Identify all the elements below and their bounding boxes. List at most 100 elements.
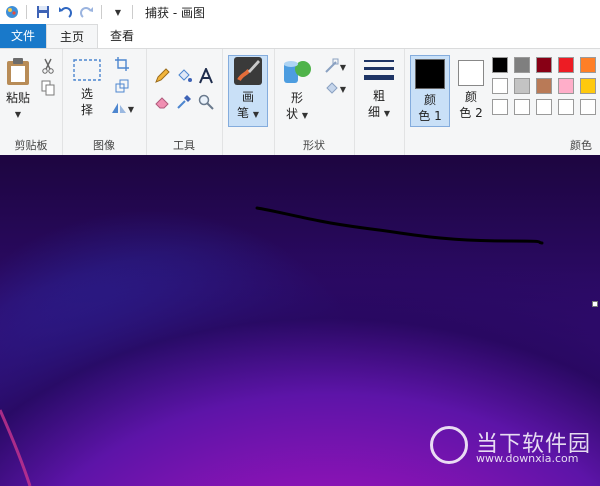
drawing-canvas[interactable]: 当下软件园 www.downxia.com (0, 155, 600, 486)
outline-button[interactable]: ▼ (322, 57, 348, 77)
swatch-custom[interactable] (558, 99, 574, 115)
pencil-button[interactable] (152, 67, 172, 87)
ribbon-tabs: 文件 主页 查看 (0, 24, 600, 50)
resize-icon (115, 79, 129, 96)
chevron-down-icon[interactable]: ▼ (15, 110, 21, 119)
title-bar: ▼ 捕获 - 画图 (0, 0, 600, 24)
color1-swatch (415, 59, 445, 89)
shapes-group: 形 状 ▼ ▼ ▼ 形状 (274, 49, 355, 155)
brush-icon (233, 57, 263, 89)
color1-label-2: 色 1 (418, 109, 442, 123)
select-button[interactable]: 选 择 (70, 57, 104, 118)
color2-label-1: 颜 (464, 90, 477, 104)
clipboard-group: 粘贴 ▼ 剪贴板 (0, 49, 63, 155)
pencil-icon (154, 67, 170, 87)
ribbon: 粘贴 ▼ 剪贴板 选 择 ▼ 图像 工具 画 笔 ▼ 形 状 ▼ ▼ ▼ 形状 … (0, 48, 600, 156)
watermark: 当下软件园 www.downxia.com (430, 424, 590, 472)
image-group: 选 择 ▼ 图像 (62, 49, 147, 155)
redo-icon[interactable] (77, 2, 97, 22)
color2-label-2: 色 2 (459, 106, 483, 120)
size-label-2: 细 ▼ (368, 105, 390, 119)
window-title: 捕获 - 画图 (145, 5, 205, 20)
shapes-icon (281, 61, 313, 90)
swatch-brown[interactable] (536, 78, 552, 94)
outline-icon (324, 58, 340, 77)
swatch-black[interactable] (492, 57, 508, 73)
swatch-gray[interactable] (514, 57, 530, 73)
cut-button[interactable] (38, 57, 58, 77)
swatch-light-gray[interactable] (514, 78, 530, 94)
paint-app-icon[interactable] (2, 2, 22, 22)
swatch-pink[interactable] (558, 78, 574, 94)
shapes-label-1: 形 (290, 91, 303, 105)
tab-view[interactable]: 查看 (98, 24, 146, 48)
color1-button[interactable]: 颜 色 1 (410, 55, 450, 127)
fill-shape-button[interactable]: ▼ (322, 79, 348, 99)
paste-button[interactable]: 粘贴 ▼ (4, 57, 32, 120)
color-picker-button[interactable] (174, 93, 194, 113)
paint-bucket-icon (176, 68, 192, 87)
shapes-button[interactable]: 形 状 ▼ (280, 57, 314, 124)
copy-icon (41, 80, 55, 99)
swatch-orange[interactable] (580, 57, 596, 73)
swatch-red[interactable] (558, 57, 574, 73)
eraser-icon (154, 95, 170, 112)
resize-button[interactable] (112, 77, 132, 97)
swatch-custom[interactable] (536, 99, 552, 115)
clipboard-group-label: 剪贴板 (14, 139, 48, 152)
text-icon (198, 65, 214, 87)
chevron-down-icon[interactable]: ▼ (340, 63, 346, 72)
brushes-button[interactable]: 画 笔 ▼ (228, 55, 268, 127)
paste-icon (5, 58, 31, 90)
rotate-button[interactable]: ▼ (110, 99, 134, 119)
rotate-icon (110, 101, 128, 118)
eraser-button[interactable] (152, 93, 172, 113)
fill-shape-icon (324, 80, 340, 99)
copy-button[interactable] (38, 79, 58, 99)
swatch-dark-red[interactable] (536, 57, 552, 73)
tab-file[interactable]: 文件 (0, 24, 46, 48)
divider (132, 5, 133, 19)
swatch-custom[interactable] (580, 99, 596, 115)
canvas-resize-handle[interactable] (592, 301, 598, 307)
select-label-2: 择 (80, 103, 93, 117)
shapes-group-label: 形状 (303, 139, 325, 152)
paste-label: 粘贴 (5, 91, 30, 105)
text-button[interactable] (196, 65, 216, 87)
swatch-gold[interactable] (580, 78, 596, 94)
customize-toolbar-icon[interactable]: ▼ (108, 2, 128, 22)
magnifier-button[interactable] (196, 93, 216, 113)
color2-swatch (458, 60, 484, 86)
divider (26, 5, 27, 19)
colors-group-label: 颜色 (570, 139, 592, 152)
undo-icon[interactable] (55, 2, 75, 22)
save-icon[interactable] (33, 2, 53, 22)
swatch-custom[interactable] (492, 99, 508, 115)
size-group: 粗 细 ▼ (354, 49, 405, 155)
brushes-label-1: 画 (241, 90, 254, 104)
brushes-label-2: 笔 ▼ (237, 106, 259, 120)
fill-button[interactable] (174, 67, 194, 87)
size-button[interactable]: 粗 细 ▼ (360, 57, 398, 122)
size-label-1: 粗 (372, 89, 385, 103)
tab-home[interactable]: 主页 (46, 24, 98, 50)
color1-label-1: 颜 (423, 93, 436, 107)
swatch-white[interactable] (492, 78, 508, 94)
chevron-down-icon[interactable]: ▼ (340, 85, 346, 94)
select-label-1: 选 (80, 87, 93, 101)
magnifier-icon (198, 94, 214, 113)
swatch-custom[interactable] (514, 99, 530, 115)
image-group-label: 图像 (93, 139, 115, 152)
crop-button[interactable] (112, 55, 132, 75)
shapes-label-2: 状 ▼ (286, 107, 308, 121)
watermark-logo (430, 426, 468, 464)
selection-icon (72, 59, 102, 86)
brushes-group: 画 笔 ▼ (222, 49, 275, 155)
line-width-icon (363, 60, 395, 88)
tools-group-label: 工具 (173, 139, 195, 152)
scissors-icon (41, 58, 55, 77)
chevron-down-icon[interactable]: ▼ (128, 105, 134, 114)
crop-icon (115, 56, 129, 74)
eyedropper-icon (176, 94, 192, 113)
color2-button[interactable]: 颜 色 2 (452, 55, 490, 125)
